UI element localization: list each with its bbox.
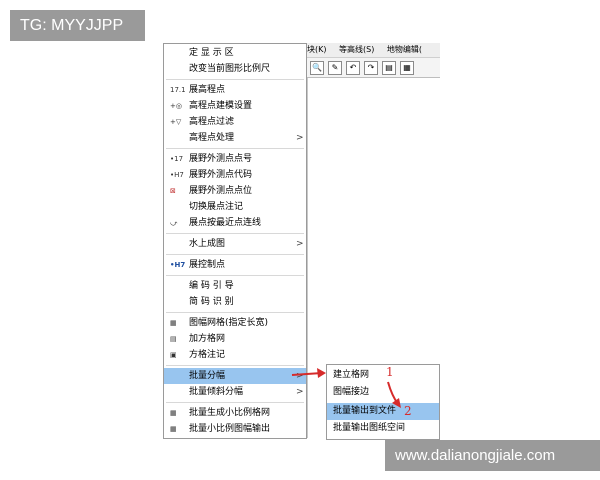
annotation-arrow-1	[291, 372, 323, 376]
annotation-layer	[291, 368, 401, 408]
watermark-bottom: www.dalianongjiale.com	[385, 440, 600, 471]
step-2-label: 2	[404, 404, 412, 418]
annotation-arrowhead-2	[392, 398, 401, 408]
annotation-arrowhead-1	[317, 368, 326, 378]
step-1-label: 1	[386, 365, 394, 379]
